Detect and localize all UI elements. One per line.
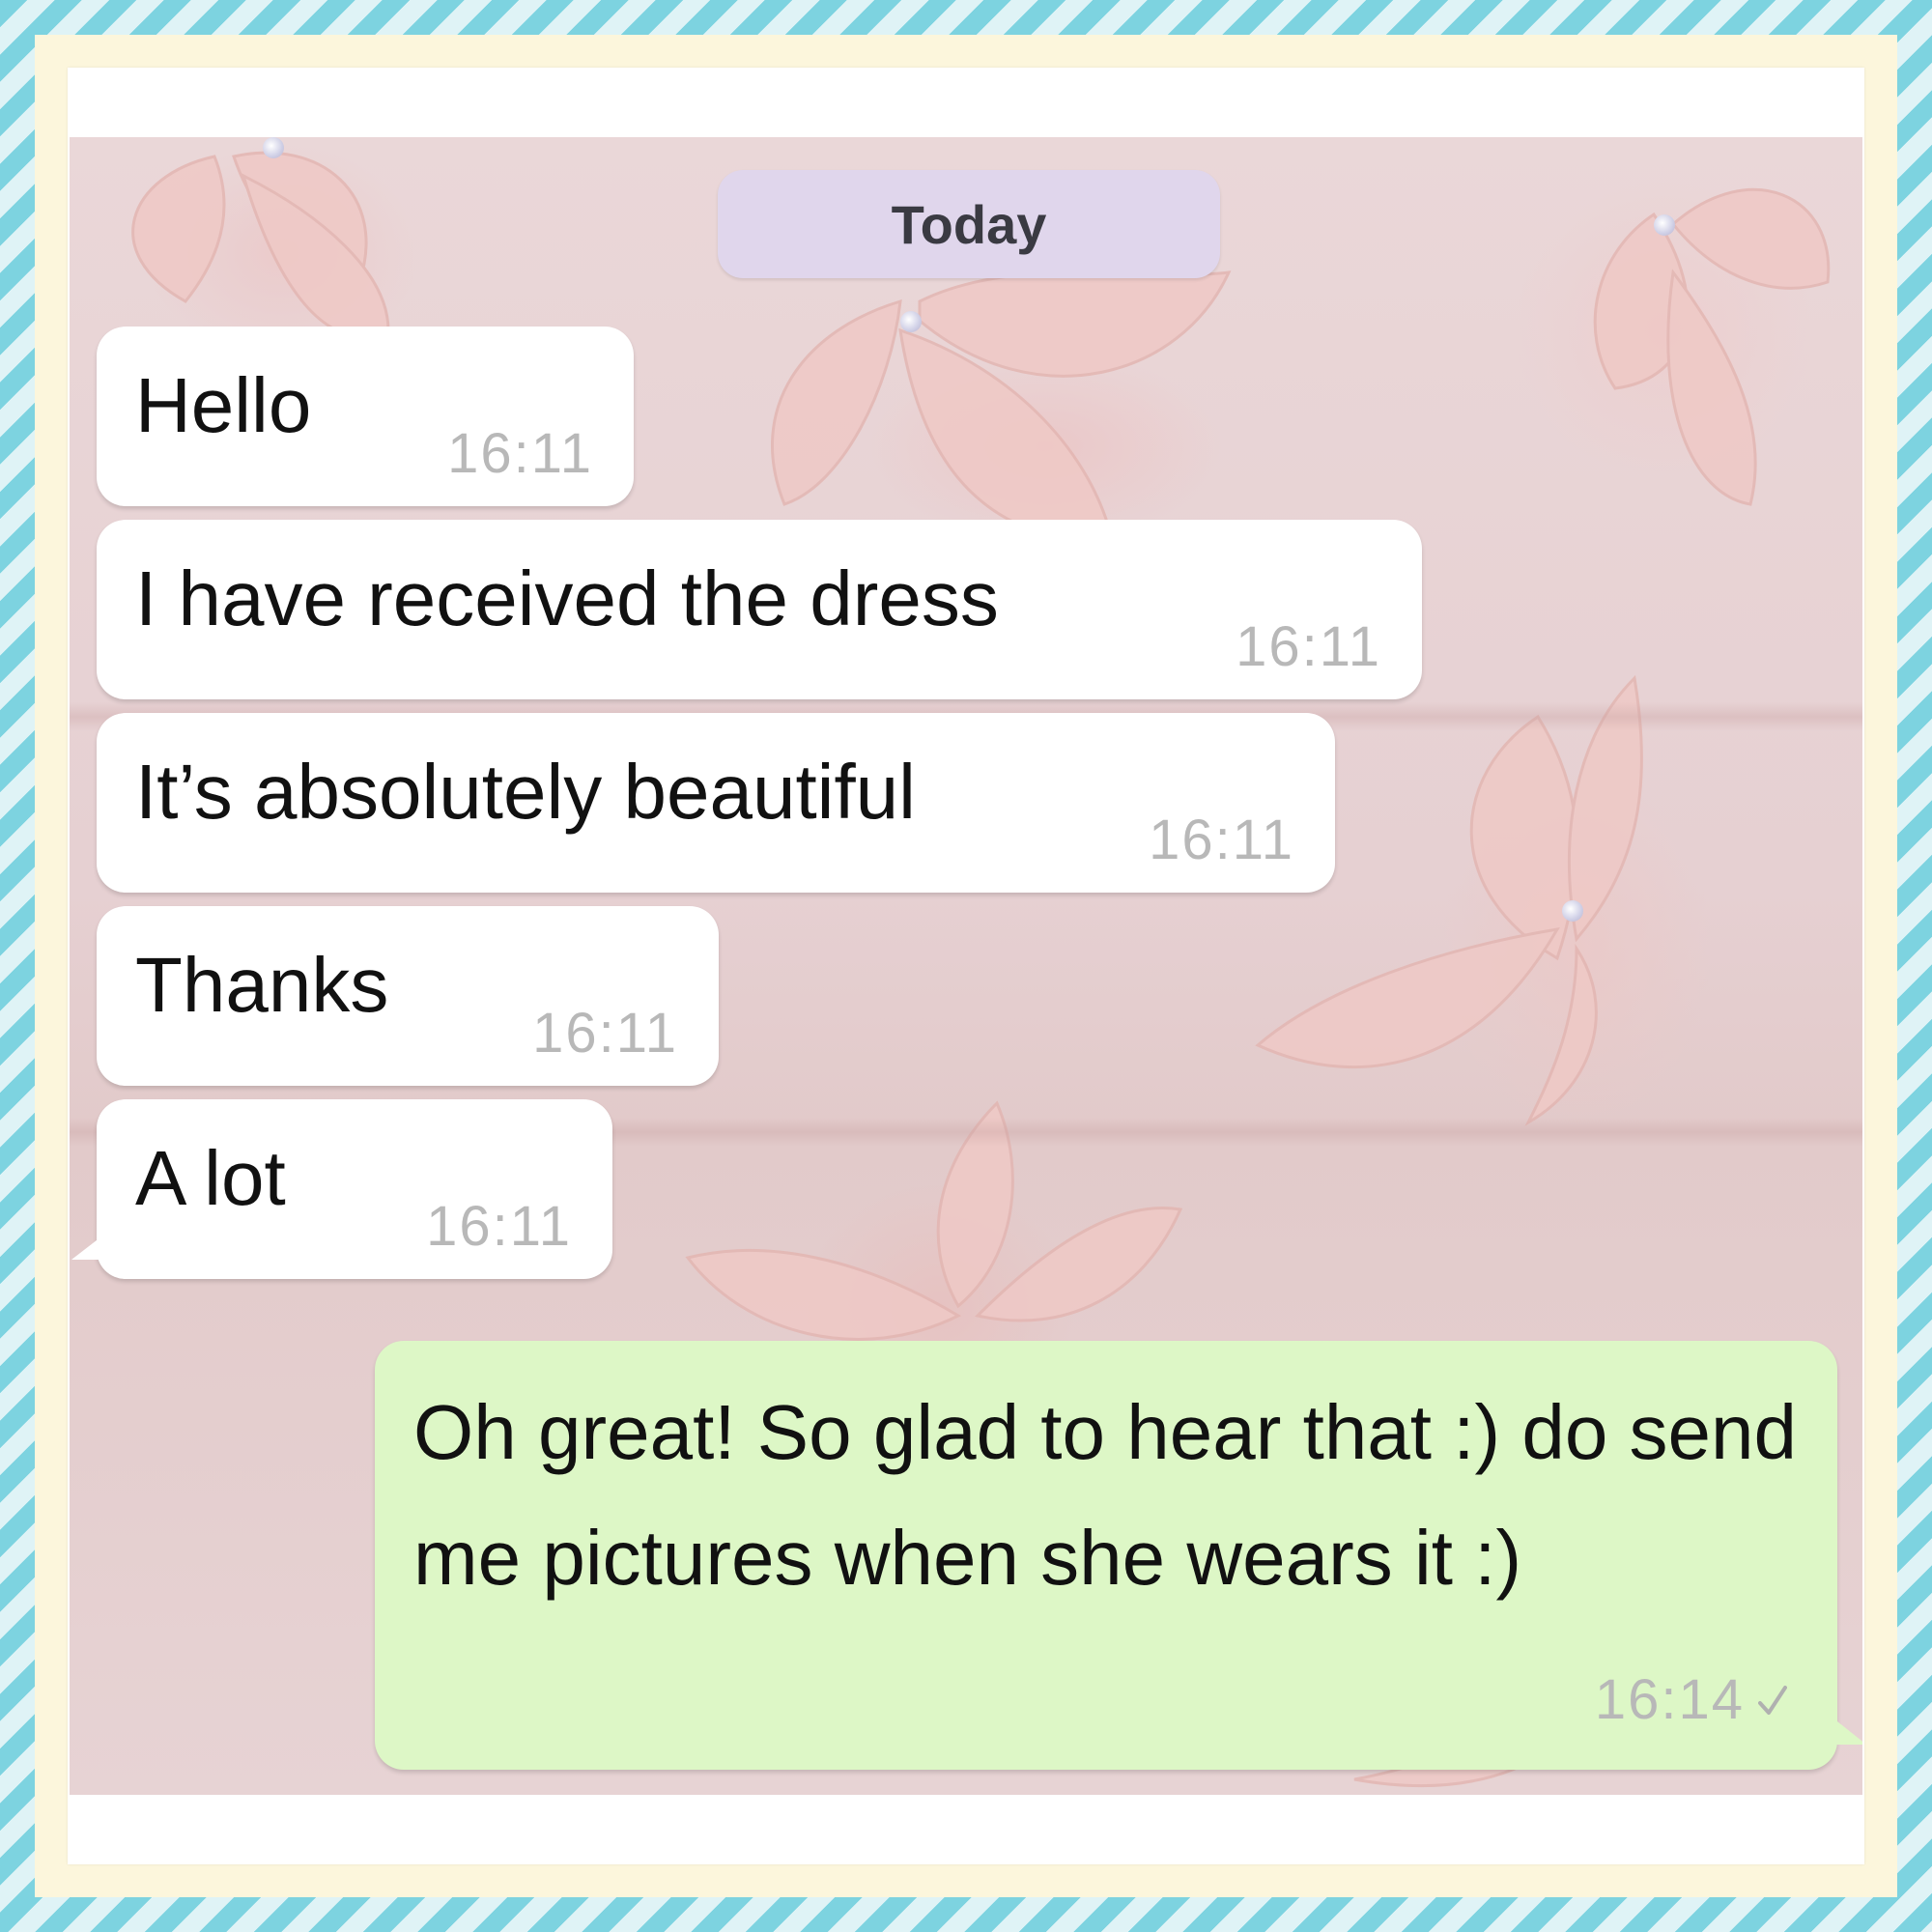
message-status: 16:14 [1595, 1667, 1787, 1732]
incoming-message[interactable]: It’s absolutely beautiful 16:11 [97, 713, 1335, 893]
wallpaper-gem [1562, 900, 1583, 922]
chat-window[interactable]: Today Hello 16:11 I have received the dr… [70, 137, 1862, 1795]
wallpaper-gem [900, 311, 922, 332]
outgoing-message[interactable]: Oh great! So glad to hear that :) do sen… [375, 1341, 1862, 1770]
message-text: A lot [135, 1135, 286, 1221]
message-text: I have received the dress [135, 555, 999, 641]
wallpaper-gem [1654, 214, 1675, 236]
date-label: Today [891, 193, 1047, 255]
incoming-message[interactable]: I have received the dress 16:11 [97, 520, 1422, 699]
bubble-tail [71, 1227, 114, 1260]
message-time: 16:11 [1149, 809, 1294, 871]
message-time: 16:11 [447, 422, 593, 485]
wallpaper-gem [263, 137, 284, 158]
message-time: 16:11 [426, 1195, 572, 1258]
date-separator: Today [718, 170, 1220, 278]
incoming-message[interactable]: Thanks 16:11 [97, 906, 719, 1086]
message-time: 16:14 [1594, 1668, 1745, 1731]
bubble-tail [1818, 1706, 1862, 1745]
incoming-message[interactable]: Hello 16:11 [97, 327, 634, 506]
message-time: 16:11 [532, 1002, 678, 1065]
message-text: Hello [135, 362, 312, 448]
message-text: It’s absolutely beautiful [135, 749, 916, 835]
message-text: Thanks [135, 942, 389, 1028]
incoming-message[interactable]: A lot 16:11 [71, 1099, 612, 1279]
message-text: Oh great! So glad to hear that :) do sen… [413, 1389, 1798, 1601]
message-time: 16:11 [1236, 615, 1381, 678]
check-icon [1758, 1686, 1787, 1715]
